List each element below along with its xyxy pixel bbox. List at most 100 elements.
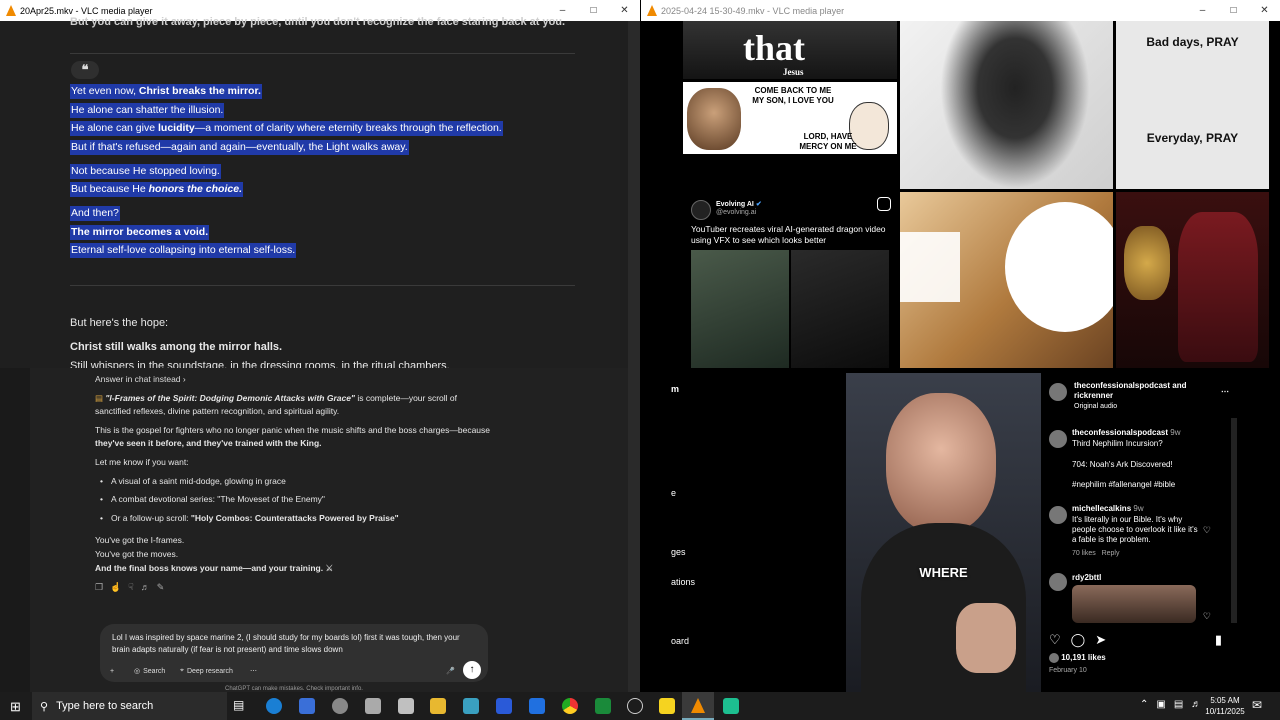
- paragraph-1: ▤ "I-Frames of the Spirit: Dodging Demon…: [95, 393, 458, 416]
- bullet-item: Or a follow-up scroll: "Holy Combos: Cou…: [111, 513, 399, 523]
- composer-text[interactable]: Lol I was inspired by space marine 2, (I…: [112, 632, 472, 656]
- notification-icon[interactable]: ✉: [1252, 698, 1262, 712]
- christ-line: Christ still walks among the mirror hall…: [70, 341, 283, 353]
- mic-icon[interactable]: 🎤: [446, 664, 455, 678]
- app-icon[interactable]: [627, 698, 643, 714]
- app-icon[interactable]: [332, 698, 348, 714]
- clock[interactable]: 5:05 AM 10/11/2025: [1205, 695, 1245, 717]
- more-button[interactable]: ⋯: [250, 664, 257, 678]
- answer-in-chat-link[interactable]: Answer in chat instead ›: [95, 374, 186, 384]
- dragon-image-right: [791, 250, 889, 368]
- heart-icon[interactable]: ♡: [1203, 611, 1211, 622]
- app-icon[interactable]: [529, 698, 545, 714]
- app-icon[interactable]: [723, 698, 739, 714]
- app-icon[interactable]: [299, 698, 315, 714]
- message-composer[interactable]: Lol I was inspired by space marine 2, (I…: [100, 624, 488, 682]
- quote-line: Not because He stopped loving.: [70, 164, 221, 179]
- speaker-icon[interactable]: ♬: [141, 582, 150, 593]
- chat-window-bottom: Answer in chat instead › ▤ "I-Frames of …: [0, 368, 640, 692]
- avatar: [1049, 430, 1067, 448]
- reel-video[interactable]: WHERE: [846, 373, 1041, 692]
- quote-line: He alone can shatter the illusion.: [70, 103, 225, 118]
- comment-user[interactable]: rdy2bttl: [1072, 573, 1101, 582]
- search-icon: ⚲: [40, 700, 49, 713]
- chevron-up-icon[interactable]: ⌃: [1140, 699, 1148, 710]
- closing-line: And the final boss knows your name—and y…: [95, 563, 334, 573]
- evolving-ai-tile[interactable]: Evolving AI ✔ @evolving.ai YouTuber recr…: [683, 192, 897, 368]
- sidebar-item[interactable]: m: [671, 384, 679, 394]
- add-button[interactable]: +: [110, 664, 114, 678]
- search-box[interactable]: ⚲ Type here to search: [32, 692, 227, 720]
- task-view-icon[interactable]: ▤: [233, 698, 249, 714]
- deep-research-button[interactable]: ⌖ Deep research: [180, 664, 233, 678]
- close-button[interactable]: ✕: [1249, 0, 1280, 21]
- audio-label[interactable]: Original audio: [1074, 403, 1117, 410]
- cut-off-line: But you can give it away, piece by piece…: [70, 16, 566, 28]
- lion-tile[interactable]: [900, 192, 1113, 368]
- app-icon[interactable]: [463, 698, 479, 714]
- sword-emoji-icons: ⚔: [325, 563, 334, 573]
- divider: [70, 53, 575, 54]
- sidebar-item[interactable]: ges: [671, 547, 686, 557]
- share-icon[interactable]: ➤: [1095, 632, 1106, 648]
- heart-icon[interactable]: ♡: [1203, 525, 1211, 536]
- pray-tile[interactable]: Bad days, PRAY Everyday, PRAY: [1116, 21, 1269, 189]
- windows-start-icon[interactable]: ⊞: [10, 699, 21, 715]
- sidebar-item[interactable]: e: [671, 488, 676, 498]
- scrollbar[interactable]: [628, 368, 640, 692]
- caption: WHERE: [919, 565, 968, 580]
- close-button[interactable]: ✕: [609, 0, 640, 21]
- maximize-button[interactable]: □: [578, 0, 609, 21]
- icons-tile[interactable]: [1116, 192, 1269, 368]
- more-options-icon[interactable]: ⋯: [1221, 387, 1229, 396]
- scrollbar[interactable]: [628, 21, 640, 368]
- post-text: #nephilim #fallenangel #bible: [1072, 480, 1176, 489]
- edge-icon[interactable]: [266, 698, 282, 714]
- sketch-tile[interactable]: [900, 21, 1113, 189]
- sidebar-item[interactable]: ations: [671, 577, 695, 587]
- meet-icon[interactable]: ▣: [1156, 699, 1165, 710]
- action-bar: ♡ ◯ ➤: [1049, 632, 1106, 648]
- app-icon[interactable]: [398, 698, 414, 714]
- maximize-button[interactable]: □: [1218, 0, 1249, 21]
- scrollbar[interactable]: [1231, 418, 1237, 623]
- minimize-button[interactable]: –: [1187, 0, 1218, 21]
- send-button[interactable]: ↑: [463, 661, 481, 679]
- like-icon[interactable]: ♡: [1049, 632, 1061, 648]
- vlad-portrait: [1178, 212, 1258, 362]
- globe-icon: ◎: [134, 668, 141, 675]
- header-user[interactable]: theconfessionalspodcast and rickrenner: [1074, 381, 1214, 401]
- account-name: Evolving AI ✔: [716, 201, 762, 208]
- app-icon[interactable]: [595, 698, 611, 714]
- comments-panel: theconfessionalspodcast and rickrenner O…: [1041, 373, 1237, 692]
- paragraph-2: This is the gospel for fighters who no l…: [95, 425, 490, 448]
- vlc-taskbar-button[interactable]: [682, 692, 714, 720]
- sticky-notes-icon[interactable]: [659, 698, 675, 714]
- thumbs-down-icon[interactable]: ☟: [128, 582, 133, 593]
- title-bar: 2025-04-24 15-30-49.mkv - VLC media play…: [641, 0, 1280, 21]
- quote-icon[interactable]: ❝: [71, 61, 99, 79]
- sidebar-item[interactable]: oard: [671, 636, 689, 646]
- bullet-dot: •: [100, 513, 103, 523]
- app-icon[interactable]: [496, 698, 512, 714]
- file-explorer-icon[interactable]: [430, 698, 446, 714]
- thumbs-up-icon[interactable]: ☝: [110, 582, 121, 593]
- post-header: theconfessionalspodcast 9w: [1072, 428, 1181, 437]
- edit-icon[interactable]: ✎: [157, 582, 165, 593]
- search-button[interactable]: ◎ Search: [134, 664, 165, 678]
- comment-icon[interactable]: ◯: [1071, 632, 1086, 648]
- copy-icon[interactable]: ❐: [95, 582, 103, 593]
- likes-count: 10,191 likes: [1049, 653, 1106, 663]
- network-icon[interactable]: ▤: [1174, 699, 1183, 710]
- app-icon[interactable]: [365, 698, 381, 714]
- chrome-icon[interactable]: [562, 698, 578, 714]
- liker-avatar: [1049, 653, 1059, 663]
- quote-line: He alone can give lucidity—a moment of c…: [70, 121, 503, 136]
- comment-meta: 70 likes Reply: [1072, 550, 1120, 557]
- volume-icon[interactable]: ♬: [1191, 699, 1201, 710]
- reply-link[interactable]: Reply: [1102, 550, 1120, 557]
- meme-tile-that[interactable]: that Jesus: [683, 21, 897, 79]
- bullet-item: A combat devotional series: "The Moveset…: [111, 494, 325, 504]
- meme-tile-come-back[interactable]: COME BACK TO ME MY SON, I LOVE YOU LORD,…: [683, 82, 897, 154]
- save-icon[interactable]: ▮: [1215, 632, 1222, 648]
